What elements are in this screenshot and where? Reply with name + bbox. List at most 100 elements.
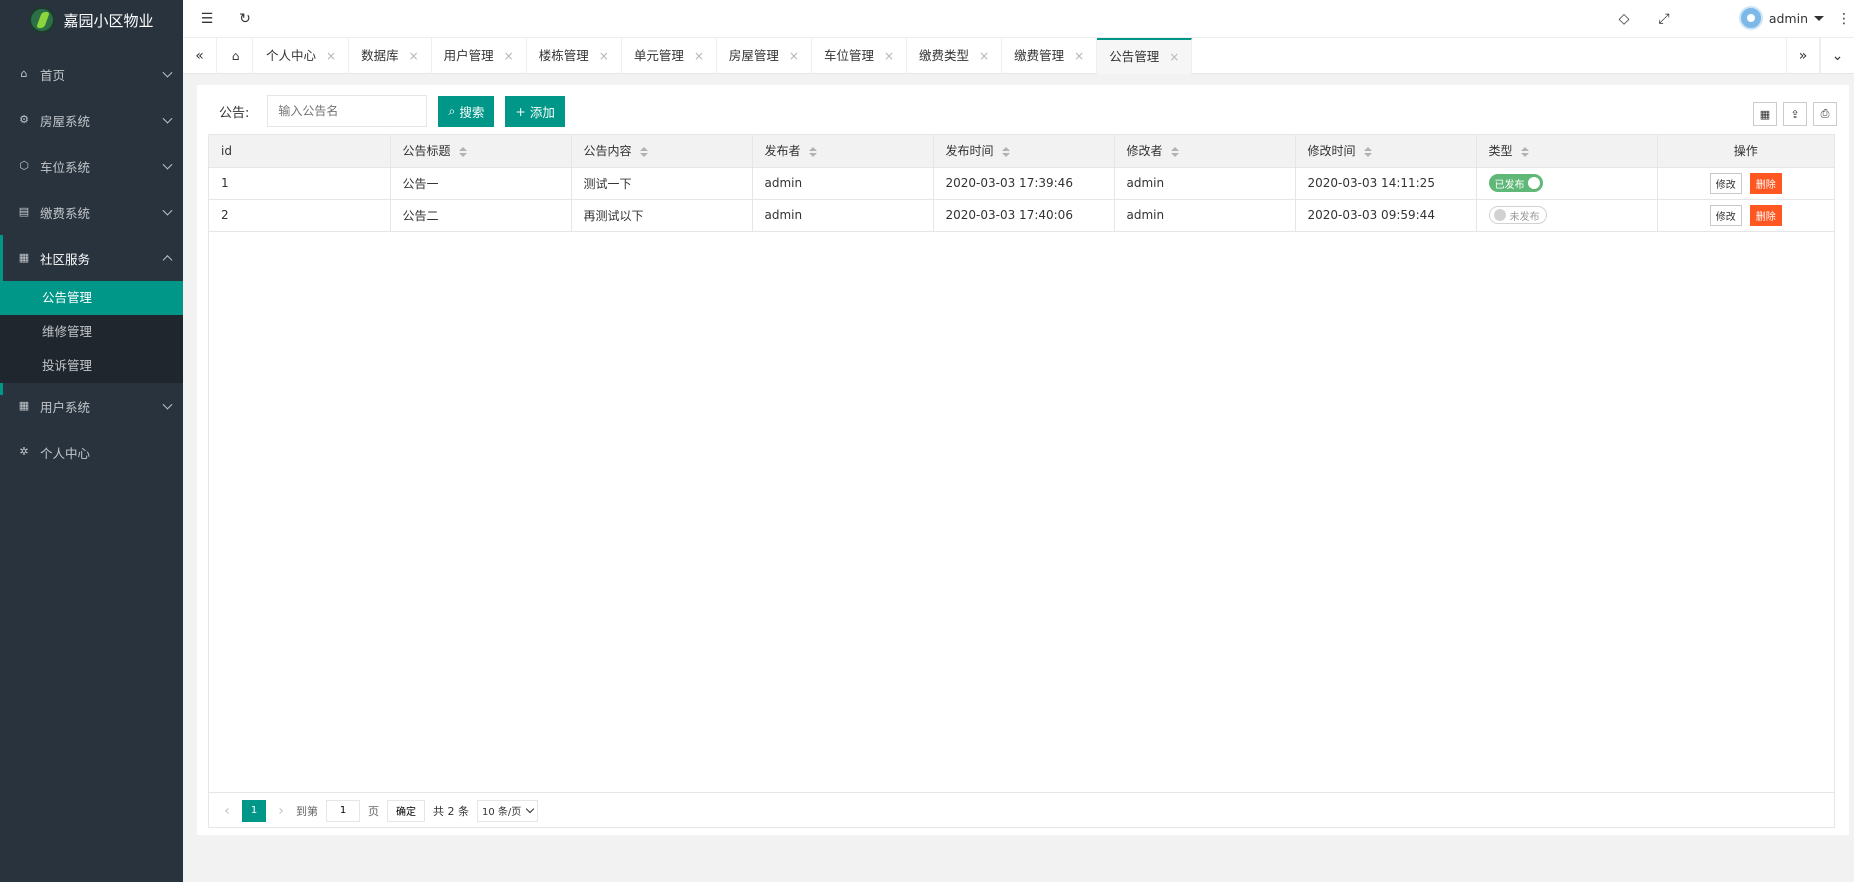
cell-title: 公告一: [390, 167, 572, 200]
search-bar: 公告: ⌕ 搜索 + 添加: [219, 95, 565, 127]
edit-button[interactable]: 修改: [1709, 204, 1742, 226]
tab-units[interactable]: 单元管理 ×: [622, 38, 717, 74]
menu-collapse-icon[interactable]: ☰: [197, 9, 217, 29]
tab-rooms[interactable]: 房屋管理 ×: [717, 38, 812, 74]
sidebar: 嘉园小区物业 ⌂ 首页 ⚙ 房屋系统 ⬡ 车位系统 ▤ 缴费系统 ▦ 社区服务: [0, 0, 183, 882]
close-icon[interactable]: ×: [979, 38, 989, 74]
sort-icon[interactable]: [808, 146, 817, 157]
user-menu[interactable]: admin: [1738, 6, 1824, 30]
close-icon[interactable]: ×: [694, 38, 704, 74]
sidebar-nav: ⌂ 首页 ⚙ 房屋系统 ⬡ 车位系统 ▤ 缴费系统 ▦ 社区服务 公告管理 维修…: [0, 51, 183, 475]
sort-icon[interactable]: [1170, 146, 1179, 157]
tab-label: 缴费类型: [919, 48, 970, 63]
page-size-select[interactable]: 10 条/页: [477, 799, 539, 822]
more-vertical-icon[interactable]: ⋮: [1834, 9, 1854, 29]
sidebar-item-parking[interactable]: ⬡ 车位系统: [0, 143, 183, 189]
close-icon[interactable]: ×: [409, 38, 419, 74]
sidebar-item-housing[interactable]: ⚙ 房屋系统: [0, 97, 183, 143]
close-icon[interactable]: ×: [504, 38, 514, 74]
column-header-label: 操作: [1733, 144, 1758, 159]
close-icon[interactable]: ×: [1074, 38, 1084, 74]
current-page[interactable]: 1: [242, 799, 266, 822]
sort-icon[interactable]: [458, 146, 467, 157]
close-icon[interactable]: ×: [1169, 39, 1179, 75]
tab-label: 车位管理: [823, 48, 874, 63]
sidebar-item-community[interactable]: ▦ 社区服务: [0, 235, 183, 281]
fullscreen-icon[interactable]: ⤢: [1654, 9, 1674, 29]
column-header-label: 公告内容: [583, 144, 632, 159]
cell-modifier: admin: [1114, 167, 1296, 200]
search-button[interactable]: ⌕ 搜索: [438, 95, 495, 127]
table-toolbar: ▦ ⇪ ⎙: [1753, 102, 1837, 126]
sidebar-item-payment[interactable]: ▤ 缴费系统: [0, 189, 183, 235]
column-header-content[interactable]: 公告内容: [571, 135, 753, 168]
tab-label: 缴费管理: [1014, 48, 1065, 63]
close-icon[interactable]: ×: [599, 38, 609, 74]
page-number-input[interactable]: [326, 799, 360, 822]
sidebar-subitem-notices[interactable]: 公告管理: [0, 281, 183, 315]
close-icon[interactable]: ×: [884, 38, 894, 74]
column-header-label: 修改时间: [1307, 144, 1356, 159]
sidebar-subitem-repairs[interactable]: 维修管理: [0, 315, 183, 349]
print-icon[interactable]: ⎙: [1813, 102, 1837, 126]
sidebar-item-profile[interactable]: ✲ 个人中心: [0, 429, 183, 475]
sidebar-item-home[interactable]: ⌂ 首页: [0, 51, 183, 97]
confirm-page-button[interactable]: 确定: [387, 799, 425, 822]
refresh-icon[interactable]: ↻: [235, 9, 255, 29]
column-header-publish-time[interactable]: 发布时间: [933, 135, 1115, 168]
column-header-publisher[interactable]: 发布者: [752, 135, 934, 168]
sort-icon[interactable]: [1001, 146, 1010, 157]
sidebar-item-label: 车位系统: [40, 159, 91, 175]
column-header-id[interactable]: id: [209, 135, 391, 168]
columns-filter-icon[interactable]: ▦: [1753, 102, 1777, 126]
tabs-scroll-right-icon[interactable]: »: [1786, 38, 1820, 74]
tab-fees[interactable]: 缴费管理 ×: [1002, 38, 1098, 74]
sort-icon[interactable]: [1520, 146, 1529, 157]
export-icon[interactable]: ⇪: [1783, 102, 1807, 126]
tab-label: 公告管理: [1109, 49, 1160, 64]
tabs-menu-chevron-icon[interactable]: ⌄: [1820, 38, 1854, 74]
tab-buildings[interactable]: 楼栋管理 ×: [527, 38, 622, 74]
add-button[interactable]: + 添加: [505, 95, 565, 127]
tab-notices[interactable]: 公告管理 ×: [1097, 38, 1193, 75]
sidebar-item-label: 首页: [40, 67, 66, 83]
column-header-modify-time[interactable]: 修改时间: [1295, 135, 1477, 168]
tab-database[interactable]: 数据库 ×: [349, 38, 432, 74]
prev-page-icon[interactable]: ‹: [220, 803, 234, 819]
tabs-scroll-left-icon[interactable]: «: [183, 38, 217, 74]
sort-icon[interactable]: [639, 146, 648, 157]
user-name: admin: [1768, 10, 1808, 26]
sidebar-item-users[interactable]: ▦ 用户系统: [0, 383, 183, 429]
tab-users[interactable]: 用户管理 ×: [432, 38, 527, 74]
close-icon[interactable]: ×: [326, 38, 336, 74]
tab-profile[interactable]: 个人中心 ×: [254, 38, 350, 74]
column-header-label: 发布时间: [945, 144, 994, 159]
tag-icon[interactable]: ◇: [1614, 9, 1634, 29]
tab-fee-types[interactable]: 缴费类型 ×: [907, 38, 1003, 74]
home-tab-icon[interactable]: ⌂: [219, 38, 253, 74]
delete-button[interactable]: 删除: [1749, 172, 1782, 194]
app-logo[interactable]: 嘉园小区物业: [0, 0, 183, 40]
column-header-modifier[interactable]: 修改者: [1114, 135, 1296, 168]
column-header-label: 发布者: [764, 144, 801, 159]
cell-id: 1: [209, 167, 391, 200]
tab-parking[interactable]: 车位管理 ×: [812, 38, 908, 74]
sort-icon[interactable]: [1363, 146, 1372, 157]
delete-button[interactable]: 删除: [1749, 204, 1782, 226]
publish-toggle[interactable]: 未发布: [1488, 206, 1547, 224]
data-table: id 公告标题 公告内容 发布者 发布时间 修改者 修改时间 类型 操作 1 公…: [208, 134, 1835, 828]
close-icon[interactable]: ×: [789, 38, 799, 74]
top-header: ☰ ↻ ◇ ⤢ admin ⋮: [183, 0, 1854, 38]
publish-toggle[interactable]: 已发布: [1488, 174, 1543, 192]
sidebar-subitem-complaints[interactable]: 投诉管理: [0, 349, 183, 383]
edit-button[interactable]: 修改: [1709, 172, 1742, 194]
column-header-type[interactable]: 类型: [1476, 135, 1658, 168]
list-icon: ▤: [18, 205, 30, 218]
cell-actions: 修改 删除: [1657, 167, 1834, 200]
column-header-title[interactable]: 公告标题: [390, 135, 572, 168]
tab-label: 数据库: [361, 48, 399, 63]
cube-icon: ⬡: [19, 159, 29, 172]
main-panel: 公告: ⌕ 搜索 + 添加 ▦ ⇪ ⎙ id 公告标题 公告内容: [197, 85, 1849, 835]
search-input[interactable]: [267, 95, 428, 127]
next-page-icon[interactable]: ›: [274, 803, 288, 819]
